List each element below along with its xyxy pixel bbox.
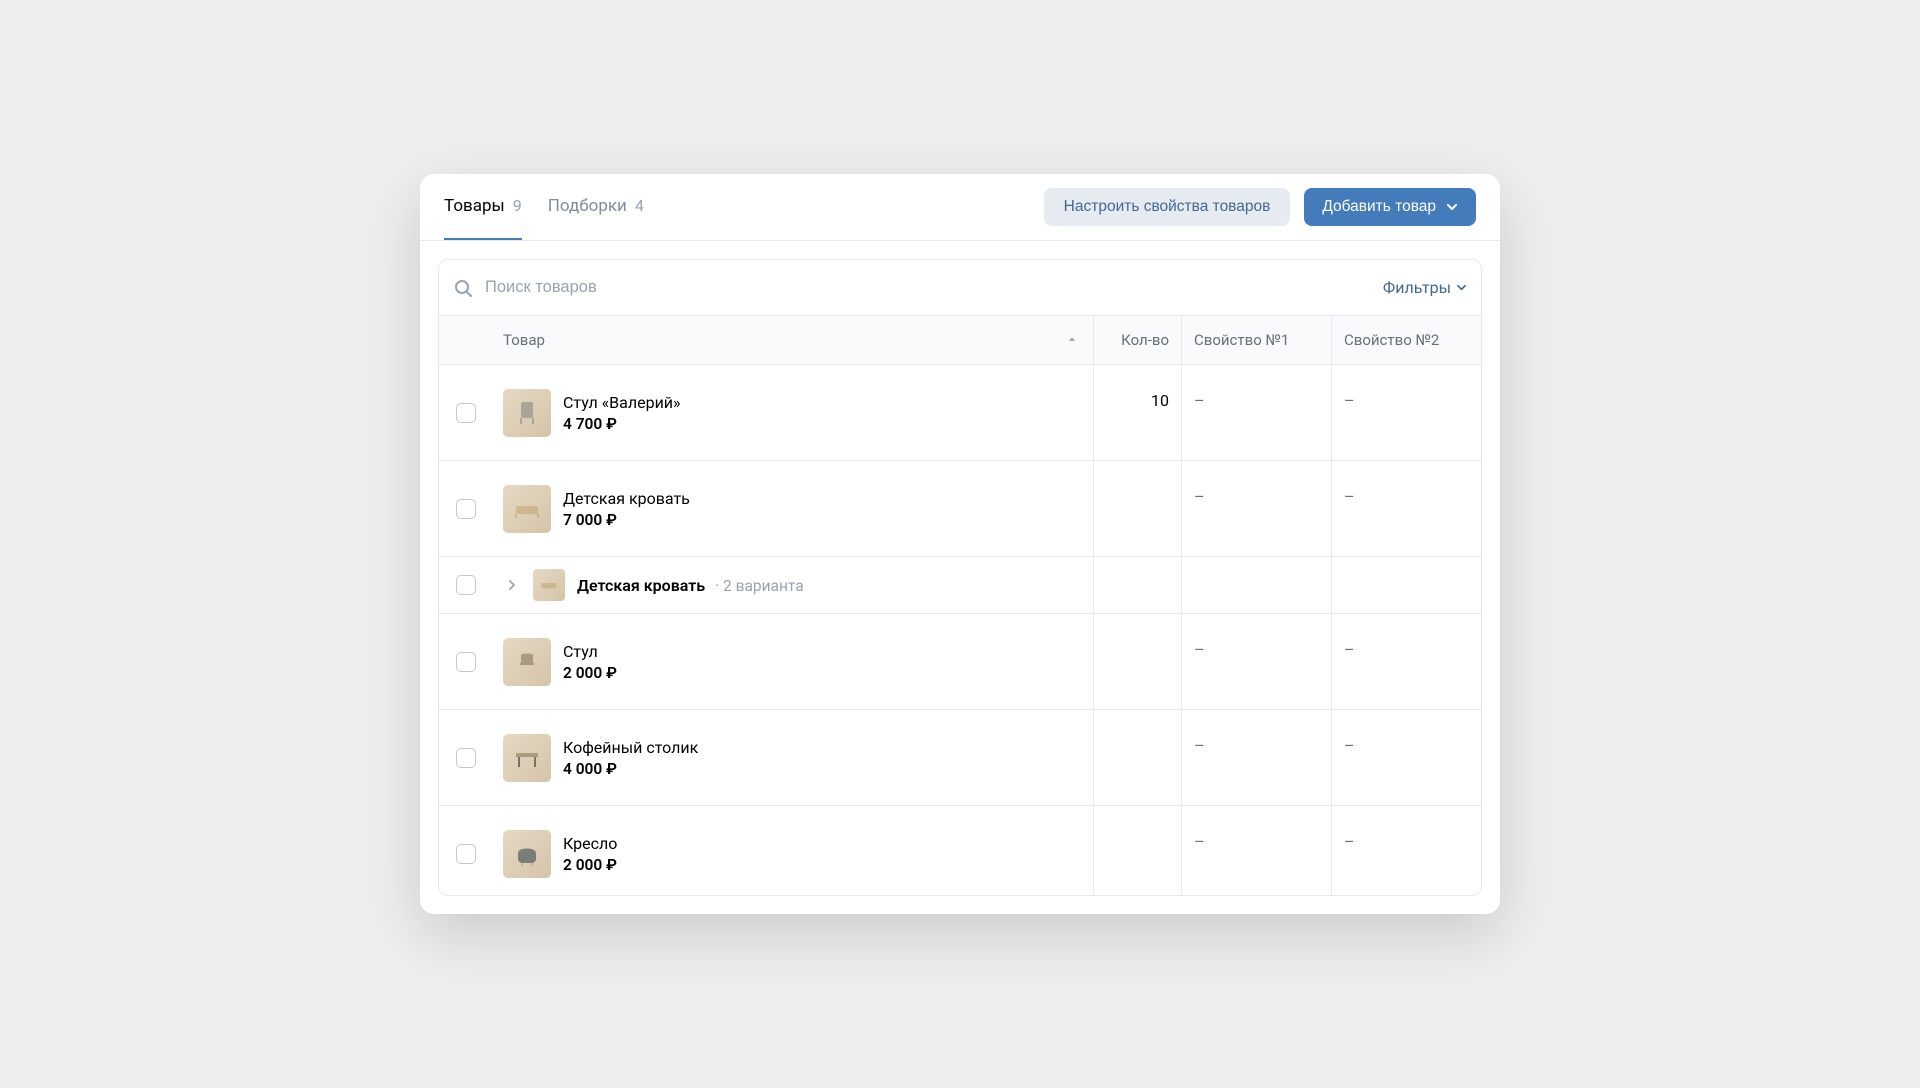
search-input[interactable] [485,270,1371,305]
product-name: Кресло [563,834,617,853]
row-checkbox[interactable] [456,844,476,864]
row-checkbox[interactable] [456,652,476,672]
product-cell[interactable]: Кресло 2 000 ₽ [493,806,1093,895]
col-qty-label: Кол-во [1121,331,1169,349]
product-thumbnail [503,485,551,533]
tab-collections[interactable]: Подборки 4 [548,174,644,240]
product-name: Стул [563,642,617,661]
prop2-value: – [1344,487,1355,506]
product-cell[interactable]: Стул «Валерий» 4 700 ₽ [493,365,1093,460]
col-product-header[interactable]: Товар [493,316,1093,364]
product-cell[interactable]: Кофейный столик 4 000 ₽ [493,710,1093,805]
expand-toggle[interactable] [503,576,521,594]
row-checkbox[interactable] [456,748,476,768]
product-price: 4 700 ₽ [563,415,681,433]
chair-icon [512,398,542,428]
prop1-value: – [1194,832,1205,851]
bed-icon [539,575,559,595]
table-body[interactable]: Стул «Валерий» 4 700 ₽ 10 – – Детская кр… [439,365,1481,895]
prop2-value: – [1344,640,1355,659]
product-thumbnail [533,569,565,601]
prop2-value: – [1344,391,1355,410]
prop1-value: – [1194,640,1205,659]
col-prop1-label: Свойство №1 [1194,331,1289,349]
product-thumbnail [503,389,551,437]
sort-asc-icon [1067,335,1077,345]
prop1-value: – [1194,736,1205,755]
chair-icon [512,647,542,677]
product-thumbnail [503,734,551,782]
bed-icon [512,494,542,524]
variant-group-meta: · 2 варианта [715,577,804,595]
prop2-value: – [1344,832,1355,851]
prop1-value: – [1194,391,1205,410]
row-checkbox[interactable] [456,403,476,423]
prop2-value: – [1344,736,1355,755]
variant-group-cell[interactable]: Детская кровать · 2 варианта [493,557,1093,613]
qty-value: 10 [1151,391,1169,410]
col-check-header [439,316,493,364]
product-price: 4 000 ₽ [563,760,698,778]
top-actions: Настроить свойства товаров Добавить това… [1044,188,1476,226]
product-name: Детская кровать [563,489,690,508]
tab-label: Товары [444,196,505,216]
tab-count: 4 [635,196,644,215]
product-thumbnail [503,638,551,686]
table-row: Детская кровать 7 000 ₽ – – [439,461,1481,557]
col-product-label: Товар [503,331,545,349]
add-product-button[interactable]: Добавить товар [1304,188,1476,226]
product-price: 2 000 ₽ [563,856,617,874]
table-row: Кофейный столик 4 000 ₽ – – [439,710,1481,806]
table-row: Кресло 2 000 ₽ – – [439,806,1481,895]
top-bar: Товары 9 Подборки 4 Настроить свойства т… [420,174,1500,241]
col-prop2-header[interactable]: Свойство №2 [1331,316,1481,364]
chevron-down-icon [1446,201,1458,213]
prop1-value: – [1194,487,1205,506]
product-price: 7 000 ₽ [563,511,690,529]
products-admin-window: Товары 9 Подборки 4 Настроить свойства т… [420,174,1500,914]
table-row: Стул 2 000 ₽ – – [439,614,1481,710]
variant-group-name: Детская кровать [577,576,705,595]
tab-label: Подборки [548,196,627,216]
table-row: Стул «Валерий» 4 700 ₽ 10 – – [439,365,1481,461]
variant-group-row: Детская кровать · 2 варианта [439,557,1481,614]
products-table: Фильтры Товар Кол-во Свойство №1 Свойств… [438,259,1482,896]
tabs: Товары 9 Подборки 4 [444,174,644,240]
row-checkbox[interactable] [456,575,476,595]
col-prop2-label: Свойство №2 [1344,331,1439,349]
product-cell[interactable]: Стул 2 000 ₽ [493,614,1093,709]
armchair-icon [512,839,542,869]
chevron-right-icon [507,580,517,590]
row-checkbox[interactable] [456,499,476,519]
filters-button[interactable]: Фильтры [1383,278,1467,297]
filters-label: Фильтры [1383,278,1451,297]
product-name: Стул «Валерий» [563,393,681,412]
col-qty-header[interactable]: Кол-во [1093,316,1181,364]
product-price: 2 000 ₽ [563,664,617,682]
content-area: Фильтры Товар Кол-во Свойство №1 Свойств… [420,241,1500,914]
tab-products[interactable]: Товары 9 [444,174,522,240]
table-header: Товар Кол-во Свойство №1 Свойство №2 [439,315,1481,365]
product-cell[interactable]: Детская кровать 7 000 ₽ [493,461,1093,556]
tab-count: 9 [513,196,522,215]
configure-properties-button[interactable]: Настроить свойства товаров [1044,188,1291,226]
chevron-down-icon [1456,282,1467,293]
product-thumbnail [503,830,551,878]
col-prop1-header[interactable]: Свойство №1 [1181,316,1331,364]
add-product-label: Добавить товар [1322,198,1436,216]
search-row: Фильтры [439,260,1481,315]
product-name: Кофейный столик [563,738,698,757]
table-icon [512,743,542,773]
search-icon [453,278,473,298]
